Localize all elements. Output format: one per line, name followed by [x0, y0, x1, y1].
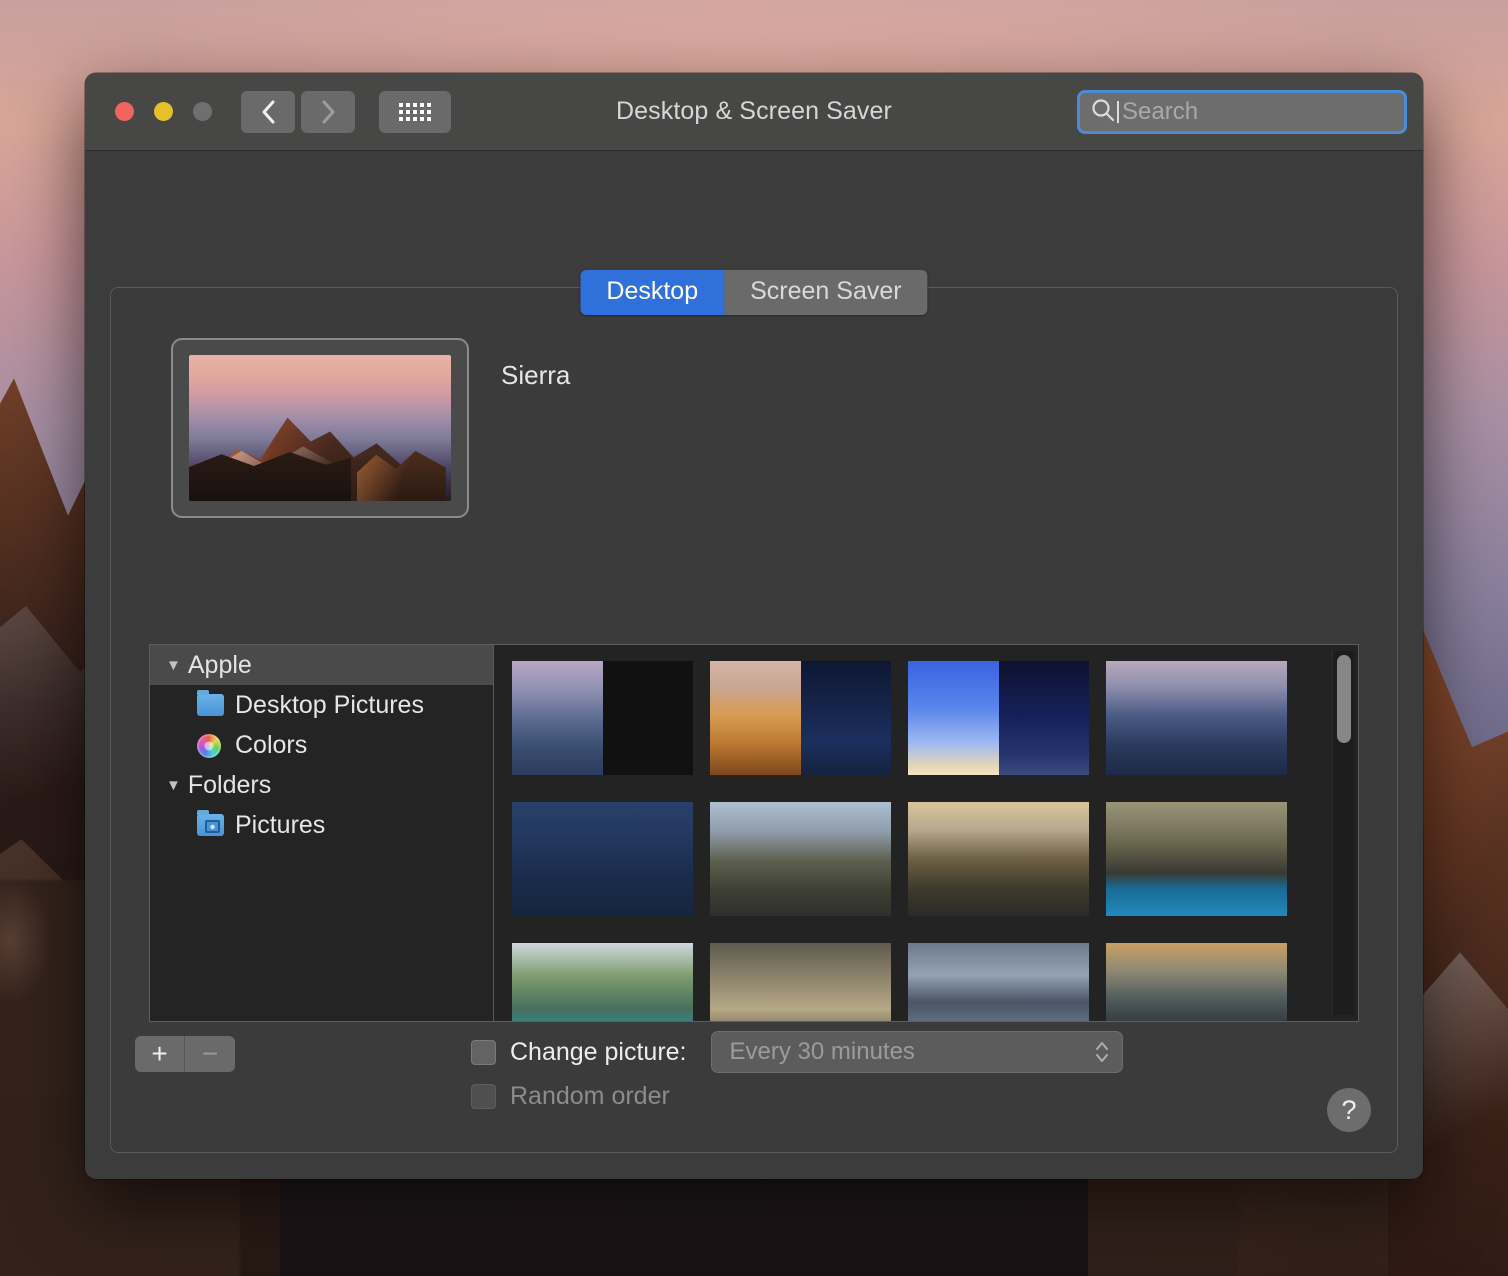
wallpaper-thumbnail[interactable] — [710, 943, 891, 1021]
color-wheel-icon — [197, 734, 224, 758]
thumbnail-night-half — [603, 661, 694, 775]
grid-scrollbar[interactable] — [1332, 651, 1354, 1015]
wallpaper-browser: ▼ Apple Desktop Pictures Colors ▼ Folder… — [149, 644, 1359, 1022]
random-order-label: Random order — [510, 1081, 670, 1110]
zoom-button[interactable] — [193, 102, 212, 121]
wallpaper-thumbnail[interactable] — [512, 802, 693, 916]
traffic-light-buttons — [115, 102, 212, 121]
wallpaper-thumbnail[interactable] — [710, 661, 891, 775]
navigation-buttons — [241, 90, 355, 133]
close-button[interactable] — [115, 102, 134, 121]
blue-folder-icon — [197, 690, 224, 716]
sidebar-group-folders-label: Folders — [187, 770, 272, 799]
wallpaper-thumbnail[interactable] — [512, 943, 693, 1021]
random-order-row: Random order — [471, 1074, 1123, 1118]
show-all-button[interactable] — [379, 90, 451, 133]
pictures-folder-icon — [197, 810, 224, 836]
wallpaper-grid[interactable] — [494, 645, 1358, 1021]
interval-popup-button[interactable]: Every 30 minutes — [710, 1031, 1123, 1073]
change-picture-controls: Change picture: Every 30 minutes Random … — [471, 1030, 1123, 1118]
thumbnail-night-half — [800, 661, 891, 775]
wallpaper-thumbnail[interactable] — [1106, 802, 1287, 916]
current-wallpaper-preview: Sierra — [171, 338, 570, 518]
preview-frame[interactable] — [171, 338, 469, 518]
sidebar-item-pictures[interactable]: Pictures — [150, 805, 493, 845]
sidebar-item-pictures-label: Pictures — [235, 810, 326, 839]
desktop-background: Desktop & Screen Saver Search Desktop Sc… — [0, 0, 1508, 1276]
preview-name-label: Sierra — [501, 360, 571, 390]
minimize-button[interactable] — [154, 102, 173, 121]
wallpaper-thumbnail[interactable] — [1106, 661, 1287, 775]
back-button[interactable] — [241, 90, 295, 133]
search-placeholder: Search — [1122, 98, 1199, 125]
chevron-updown-icon — [1094, 1041, 1110, 1063]
search-field[interactable]: Search — [1077, 90, 1407, 134]
tab-bar: Desktop Screen Saver — [580, 270, 928, 315]
system-preferences-window: Desktop & Screen Saver Search Desktop Sc… — [85, 73, 1423, 1179]
sidebar-group-apple-label: Apple — [187, 650, 252, 679]
random-order-checkbox[interactable] — [471, 1083, 496, 1109]
add-folder-button[interactable]: + — [135, 1036, 185, 1072]
tab-screen-saver[interactable]: Screen Saver — [724, 270, 928, 315]
text-caret — [1117, 101, 1119, 123]
wallpaper-thumbnail[interactable] — [908, 943, 1089, 1021]
sierra-wallpaper-thumbnail — [189, 355, 451, 501]
interval-popup-value: Every 30 minutes — [729, 1038, 915, 1065]
sidebar-item-desktop-pictures[interactable]: Desktop Pictures — [150, 685, 493, 725]
sidebar-item-colors-label: Colors — [235, 730, 308, 759]
sidebar-group-apple[interactable]: ▼ Apple — [150, 645, 493, 685]
window-body: Desktop Screen Saver Sierra ▼ Apple Desk… — [85, 151, 1423, 1179]
sidebar-item-desktop-pictures-label: Desktop Pictures — [235, 690, 424, 719]
source-sidebar: ▼ Apple Desktop Pictures Colors ▼ Folder… — [150, 645, 494, 1021]
sidebar-item-colors[interactable]: Colors — [150, 725, 493, 765]
triangle-down-icon: ▼ — [166, 776, 181, 794]
wallpaper-thumbnail-list — [494, 645, 1358, 1021]
grid-scrollbar-thumb[interactable] — [1337, 655, 1351, 743]
search-icon — [1090, 97, 1116, 128]
thumbnail-day-half — [512, 661, 603, 775]
thumbnail-day-half — [908, 661, 999, 775]
tab-desktop[interactable]: Desktop — [580, 270, 725, 315]
chevron-left-icon — [260, 99, 277, 125]
thumbnail-day-half — [710, 661, 801, 775]
thumbnail-night-half — [998, 661, 1089, 775]
content-panel: Sierra ▼ Apple Desktop Pictures Colors ▼… — [110, 287, 1398, 1153]
change-picture-checkbox[interactable] — [471, 1039, 496, 1065]
window-titlebar: Desktop & Screen Saver Search — [85, 73, 1423, 151]
wallpaper-thumbnail[interactable] — [512, 661, 693, 775]
remove-folder-button[interactable]: − — [185, 1036, 235, 1072]
wallpaper-thumbnail[interactable] — [908, 661, 1089, 775]
forward-button[interactable] — [301, 90, 355, 133]
triangle-down-icon: ▼ — [166, 656, 181, 674]
help-button[interactable]: ? — [1327, 1088, 1371, 1132]
bottom-controls: + − Change picture: Every 30 minutes Ran… — [111, 1022, 1397, 1152]
chevron-right-icon — [320, 99, 337, 125]
sidebar-group-folders[interactable]: ▼ Folders — [150, 765, 493, 805]
change-picture-label: Change picture: — [510, 1037, 687, 1066]
wallpaper-thumbnail[interactable] — [908, 802, 1089, 916]
grid-dots-icon — [399, 102, 431, 121]
folder-add-remove-group: + − — [135, 1036, 235, 1072]
wallpaper-thumbnail[interactable] — [1106, 943, 1287, 1021]
wallpaper-thumbnail[interactable] — [710, 802, 891, 916]
change-picture-row: Change picture: Every 30 minutes — [471, 1030, 1123, 1074]
